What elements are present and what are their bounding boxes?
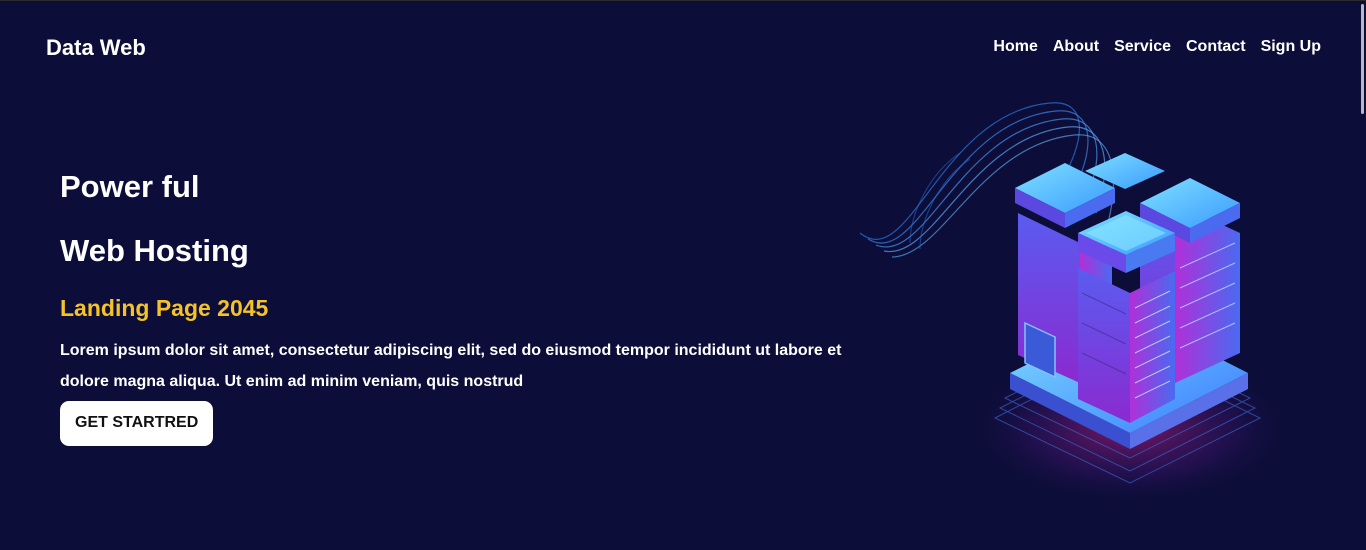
server-illustration-icon	[859, 102, 1300, 508]
hero-title-line2: Web Hosting	[60, 233, 249, 268]
hero-subtitle: Landing Page 2045	[60, 295, 269, 321]
nav-link-signup[interactable]: Sign Up	[1261, 38, 1321, 55]
nav-item-contact: Contact	[1186, 38, 1246, 56]
nav-link-home[interactable]: Home	[993, 38, 1037, 55]
nav-item-home: Home	[993, 38, 1037, 56]
nav-item-service: Service	[1114, 38, 1171, 56]
nav-link-about[interactable]: About	[1053, 38, 1099, 55]
hero-title-line1: Power ful	[60, 169, 200, 204]
scrollbar-thumb[interactable]	[1361, 4, 1364, 114]
nav-item-signup: Sign Up	[1261, 38, 1321, 56]
nav-link-contact[interactable]: Contact	[1186, 38, 1246, 55]
hero-section: Power ful Web Hosting Landing Page 2045 …	[60, 167, 860, 446]
main-nav: Home About Service Contact Sign Up	[993, 38, 1321, 56]
hero-description: Lorem ipsum dolor sit amet, consectetur …	[60, 342, 842, 390]
get-started-button[interactable]: GET STARTRED	[60, 401, 214, 446]
nav-link-service[interactable]: Service	[1114, 38, 1171, 55]
brand-logo[interactable]: Data Web	[46, 35, 146, 61]
page-scrollbar[interactable]	[1360, 1, 1366, 550]
nav-item-about: About	[1053, 38, 1099, 56]
